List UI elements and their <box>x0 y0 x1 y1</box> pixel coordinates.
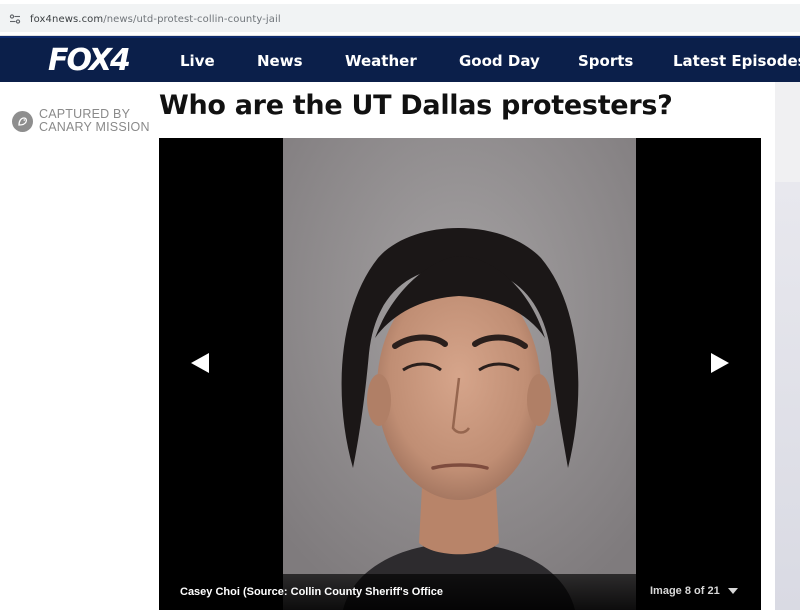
url-bar[interactable]: fox4news.com/news/utd-protest-collin-cou… <box>0 4 800 32</box>
nav-item-sports[interactable]: Sports <box>578 52 633 70</box>
fox4-logo[interactable]: FOX4 <box>48 42 131 78</box>
gallery-photo <box>283 138 636 610</box>
photo-gallery: Casey Choi (Source: Collin County Sherif… <box>159 138 761 610</box>
mugshot-illustration <box>283 138 636 610</box>
nav-item-news[interactable]: News <box>257 52 303 70</box>
nav-item-latest-episodes[interactable]: Latest Episodes <box>673 52 800 70</box>
browser-address-bar: fox4news.com/news/utd-protest-collin-cou… <box>0 0 800 36</box>
nav-item-live[interactable]: Live <box>180 52 215 70</box>
url-path: /news/utd-protest-collin-county-jail <box>103 14 281 25</box>
arrow-left-icon[interactable] <box>185 348 215 378</box>
badge-line-2: CANARY MISSION <box>39 120 150 134</box>
site-settings-icon[interactable] <box>9 13 21 25</box>
arrow-right-icon[interactable] <box>705 348 735 378</box>
photo-caption: Casey Choi (Source: Collin County Sherif… <box>180 586 443 598</box>
badge-line-1: CAPTURED BY <box>39 107 131 121</box>
page-title: Who are the UT Dallas protesters? <box>159 90 673 121</box>
site-nav: FOX4 Live News Weather Good Day Sports L… <box>0 36 800 82</box>
side-ad-shade <box>775 182 800 610</box>
image-counter: Image 8 of 21 <box>650 585 720 597</box>
caret-down-icon[interactable] <box>728 588 738 594</box>
nav-item-good-day[interactable]: Good Day <box>459 52 540 70</box>
caption-bar: Casey Choi (Source: Collin County Sherif… <box>159 574 761 610</box>
nav-item-weather[interactable]: Weather <box>345 52 417 70</box>
page-side-gutter <box>775 82 800 610</box>
canary-mission-badge: CAPTURED BY CANARY MISSION <box>12 107 152 137</box>
canary-bird-icon <box>12 111 33 132</box>
url-domain: fox4news.com <box>30 14 104 25</box>
logo-text: FOX4 <box>48 42 131 78</box>
url-text[interactable]: fox4news.com/news/utd-protest-collin-cou… <box>30 14 281 25</box>
